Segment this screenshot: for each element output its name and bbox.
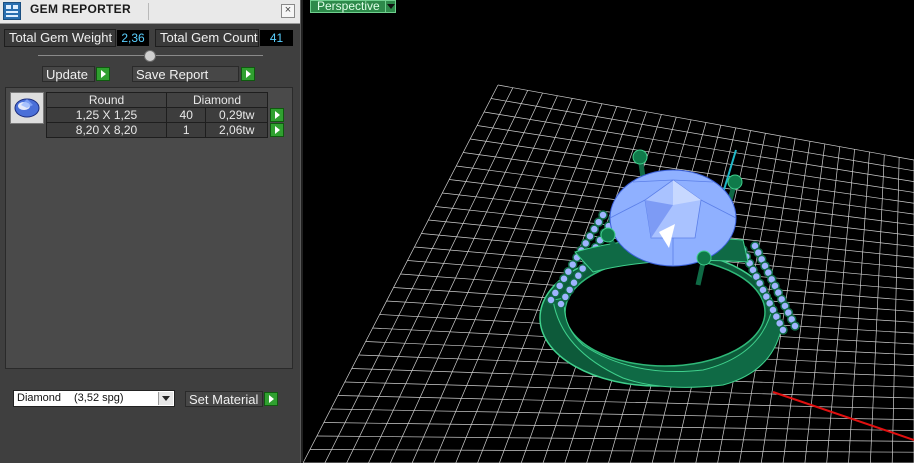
viewport-menu-chevron-icon[interactable] bbox=[385, 0, 396, 13]
gem-size-cell: 8,20 X 8,20 bbox=[46, 122, 167, 138]
update-play-icon[interactable] bbox=[96, 67, 110, 81]
x-axis-line bbox=[772, 391, 914, 441]
material-column-header: Diamond bbox=[166, 92, 268, 108]
save-report-button[interactable]: Save Report bbox=[132, 66, 239, 82]
prong-tip bbox=[632, 149, 648, 165]
pave-diamond bbox=[778, 325, 788, 335]
material-select[interactable]: Diamond (3,52 spg) bbox=[13, 390, 175, 407]
set-material-button[interactable]: Set Material bbox=[185, 391, 263, 407]
table-row[interactable]: 8,20 X 8,20 1 2,06tw bbox=[46, 122, 286, 138]
prong-tip bbox=[727, 174, 743, 190]
gem-reporter-panel: GEM REPORTER × Total Gem Weight 2,36 Tot… bbox=[0, 0, 303, 463]
pave-diamond bbox=[790, 321, 800, 331]
row-select-play-icon[interactable] bbox=[270, 123, 284, 137]
shape-column-header: Round bbox=[46, 92, 167, 108]
row-select-play-icon[interactable] bbox=[270, 108, 284, 122]
grid-line bbox=[870, 154, 885, 463]
gem-size-cell: 1,25 X 1,25 bbox=[46, 107, 167, 123]
gem-table-header: Round Diamond bbox=[46, 92, 286, 108]
prong-tip bbox=[600, 227, 616, 243]
gem-weight-cell: 2,06tw bbox=[205, 122, 268, 138]
gem-count-cell: 1 bbox=[165, 122, 207, 138]
update-button[interactable]: Update bbox=[42, 66, 95, 82]
slider-knob-icon[interactable] bbox=[144, 50, 156, 62]
viewport-label-perspective[interactable]: Perspective bbox=[310, 0, 387, 13]
grid-line bbox=[323, 422, 914, 431]
panel-slider[interactable] bbox=[38, 50, 263, 62]
gem-count-cell: 40 bbox=[165, 107, 207, 123]
grid-line bbox=[337, 395, 914, 410]
total-gem-count-label: Total Gem Count bbox=[155, 29, 259, 47]
center-diamond[interactable] bbox=[609, 169, 737, 267]
ring-inner-opening bbox=[564, 257, 766, 367]
material-select-spg: (3,52 spg) bbox=[74, 392, 124, 404]
material-select-name: Diamond bbox=[17, 392, 62, 404]
save-report-play-icon[interactable] bbox=[241, 67, 255, 81]
gem-weight-cell: 0,29tw bbox=[205, 107, 268, 123]
total-gem-count-value: 41 bbox=[260, 30, 293, 46]
panel-titlebar[interactable]: GEM REPORTER × bbox=[0, 0, 300, 24]
chevron-down-icon[interactable] bbox=[158, 392, 173, 405]
set-material-play-icon[interactable] bbox=[264, 392, 278, 406]
gem-table: Round Diamond 1,25 X 1,25 40 0,29tw 8,20… bbox=[46, 92, 286, 138]
close-icon[interactable]: × bbox=[281, 4, 295, 18]
total-gem-weight-label: Total Gem Weight bbox=[4, 29, 116, 47]
pave-diamond bbox=[598, 210, 608, 220]
grid-line bbox=[316, 435, 914, 442]
total-gem-weight-value: 2,36 bbox=[117, 30, 149, 46]
titlebar-divider bbox=[148, 3, 149, 20]
table-row[interactable]: 1,25 X 1,25 40 0,29tw bbox=[46, 107, 286, 123]
viewport-scene[interactable] bbox=[303, 0, 914, 463]
grid-line bbox=[804, 146, 841, 463]
ring-model[interactable] bbox=[539, 149, 800, 388]
grid-line bbox=[848, 151, 870, 463]
gem-reporter-app-icon bbox=[3, 2, 21, 20]
round-diamond-thumbnail-icon[interactable] bbox=[10, 92, 44, 124]
grid-line bbox=[782, 143, 826, 463]
panel-title: GEM REPORTER bbox=[30, 2, 131, 16]
prong-tip bbox=[696, 250, 712, 266]
